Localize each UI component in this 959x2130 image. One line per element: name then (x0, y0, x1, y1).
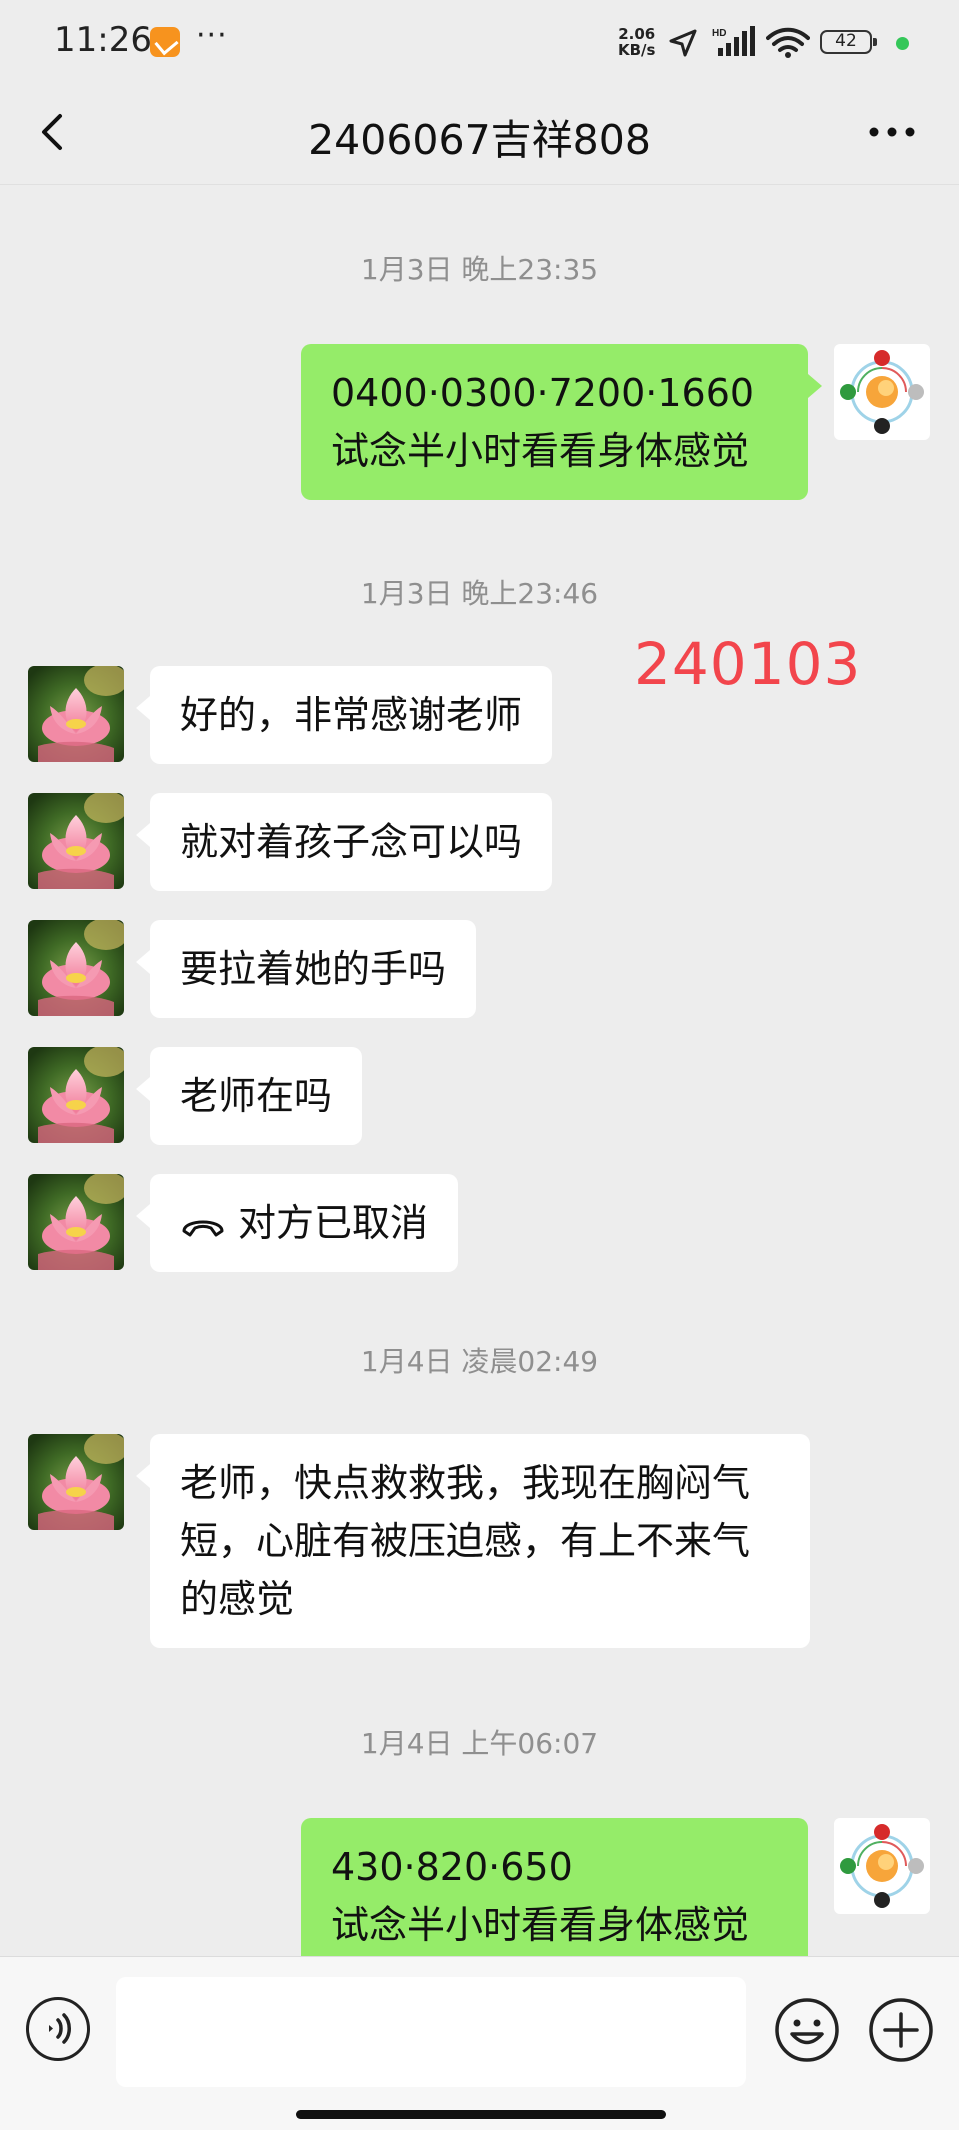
incoming-message[interactable]: 老师，快点救救我，我现在胸闷气 短，心脏有被压迫感，有上不来气 的感觉 (136, 1434, 810, 1648)
message-timestamp: 1月3日 晚上23:35 (360, 253, 599, 286)
chat-header: 2406067吉祥808 (0, 80, 959, 185)
call-cancelled-message[interactable]: 对方已取消 (135, 1174, 459, 1272)
message-text: 要拉着她的手吗 (180, 947, 447, 991)
message-timestamp: 1月3日 晚上23:46 (360, 577, 599, 610)
contact-avatar[interactable] (28, 1434, 124, 1530)
active-indicator-dot (896, 37, 909, 50)
contact-avatar[interactable] (28, 666, 124, 762)
wechat-chat-screen: 11:26 ··· 2.06 KB/s HD 42 2406067吉祥808 1… (0, 0, 959, 2130)
network-speed-unit: KB/s (618, 41, 656, 59)
message-text: 对方已取消 (238, 1201, 429, 1245)
contact-avatar[interactable] (28, 1047, 124, 1143)
incoming-message[interactable]: 就对着孩子念可以吗 (135, 793, 553, 891)
app-notification-icon (150, 27, 180, 57)
message-text: 老师在吗 (180, 1074, 333, 1118)
message-line: 430·820·650 (331, 1845, 573, 1889)
call-line: 对方已取消 (180, 1194, 428, 1252)
hd-signal-icon: HD (712, 26, 755, 56)
ellipsis-icon[interactable] (864, 104, 920, 160)
status-time: 11:26 (54, 20, 152, 60)
contact-avatar[interactable] (28, 920, 124, 1016)
battery-icon: 42 (820, 30, 877, 54)
incoming-message[interactable]: 好的，非常感谢老师 (135, 666, 553, 764)
message-timestamp: 1月4日 上午06:07 (360, 1727, 599, 1760)
date-stamp-overlay: 240103 (634, 630, 862, 698)
plus-circle-icon[interactable] (868, 1997, 934, 2063)
emoji-icon[interactable] (774, 1997, 840, 2063)
network-speed-value: 2.06 (618, 25, 656, 43)
incoming-message[interactable]: 要拉着她的手吗 (135, 920, 477, 1018)
message-text: 就对着孩子念可以吗 (180, 820, 523, 864)
teacher-avatar[interactable] (834, 1818, 930, 1914)
message-line: 0400·0300·7200·1660 (331, 371, 755, 415)
contact-avatar[interactable] (28, 793, 124, 889)
message-line: 老师，快点救救我，我现在胸闷气 (180, 1461, 751, 1505)
message-input[interactable] (116, 1977, 746, 2087)
message-line: 试念半小时看看身体感觉 (331, 429, 750, 473)
home-indicator[interactable] (296, 2110, 666, 2119)
network-speed: 2.06 KB/s (618, 26, 655, 58)
message-timestamp: 1月4日 凌晨02:49 (360, 1345, 599, 1378)
message-text: 好的，非常感谢老师 (180, 693, 523, 737)
contact-avatar[interactable] (28, 1174, 124, 1270)
incoming-message[interactable]: 老师在吗 (135, 1047, 363, 1145)
outgoing-message[interactable]: 430·820·650 试念半小时看看身体感觉 (301, 1818, 808, 1956)
location-arrow-icon (669, 29, 697, 57)
status-more-notifications: ··· (196, 18, 228, 53)
chat-title: 2406067吉祥808 (308, 116, 651, 164)
message-line: 试念半小时看看身体感觉 (331, 1903, 750, 1947)
svg-text:HD: HD (712, 28, 726, 39)
phone-hangup-icon (182, 1220, 224, 1236)
message-line: 的感觉 (180, 1577, 295, 1621)
voice-icon[interactable] (26, 1997, 90, 2061)
wifi-icon (766, 27, 810, 58)
status-bar: 11:26 ··· 2.06 KB/s HD 42 (0, 0, 959, 80)
teacher-avatar[interactable] (834, 344, 930, 440)
outgoing-message[interactable]: 0400·0300·7200·1660 试念半小时看看身体感觉 (301, 344, 822, 500)
chat-input-bar (0, 1956, 959, 2130)
message-line: 短，心脏有被压迫感，有上不来气 (180, 1519, 751, 1563)
